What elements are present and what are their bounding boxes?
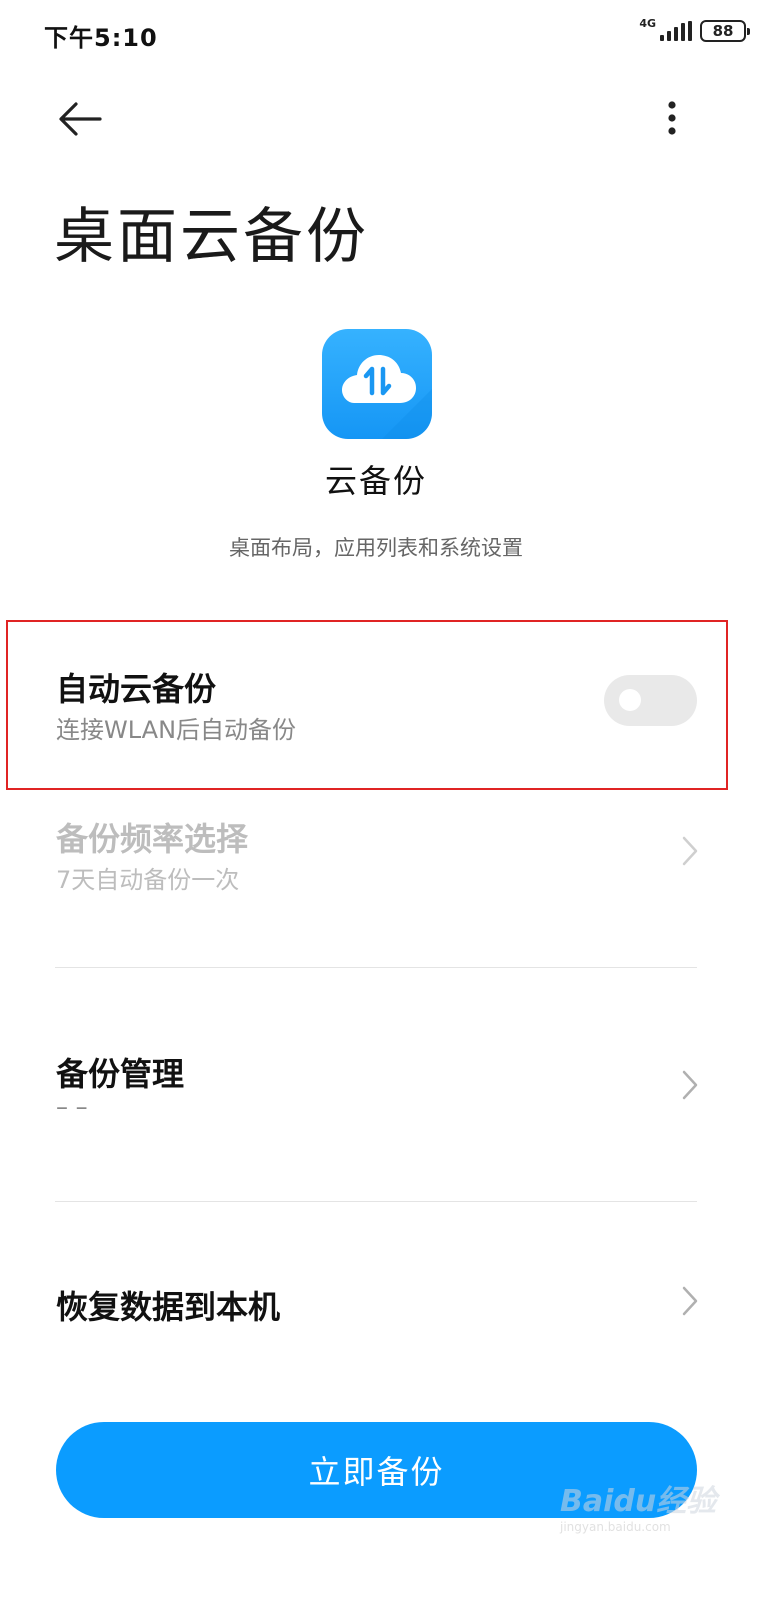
- backup-frequency-row[interactable]: 备份频率选择 7天自动备份一次: [56, 810, 697, 900]
- app-name: 云备份: [324, 462, 427, 500]
- signal-strength-icon: [660, 21, 692, 41]
- chevron-right-icon: [682, 1286, 698, 1316]
- auto-backup-title: 自动云备份: [56, 670, 217, 708]
- restore-data-title: 恢复数据到本机: [56, 1288, 281, 1326]
- divider: [55, 967, 697, 968]
- auto-backup-row[interactable]: 自动云备份 连接WLAN后自动备份: [56, 660, 697, 750]
- status-time: 下午5:10: [44, 24, 158, 52]
- cloud-sync-icon: [322, 329, 432, 439]
- status-indicators: 4G 88: [639, 17, 750, 42]
- more-options-button[interactable]: [652, 94, 692, 146]
- toggle-knob: [619, 689, 641, 711]
- backup-manage-row[interactable]: 备份管理 – –: [56, 1045, 697, 1135]
- auto-backup-toggle[interactable]: [604, 675, 697, 726]
- auto-backup-subtitle: 连接WLAN后自动备份: [56, 716, 297, 744]
- backup-now-label: 立即备份: [308, 1454, 445, 1490]
- back-button[interactable]: [52, 92, 108, 148]
- backup-frequency-title: 备份频率选择: [56, 820, 249, 858]
- restore-data-row[interactable]: 恢复数据到本机: [56, 1278, 697, 1328]
- app-description: 桌面布局，应用列表和系统设置: [229, 536, 523, 560]
- battery-level: 88: [712, 21, 734, 40]
- backup-frequency-subtitle: 7天自动备份一次: [56, 866, 240, 894]
- arrow-left-icon: [59, 102, 102, 136]
- network-type-label: 4G: [639, 17, 656, 30]
- watermark-brand: Baidu经验: [560, 1484, 717, 1519]
- baidu-watermark: Baidu经验 jingyan.baidu.com: [560, 1476, 730, 1566]
- backup-manage-subtitle: – –: [56, 1093, 88, 1121]
- chevron-right-icon: [682, 836, 698, 866]
- backup-manage-title: 备份管理: [56, 1055, 185, 1093]
- chevron-right-icon: [682, 1070, 698, 1100]
- battery-icon: 88: [700, 20, 750, 42]
- divider: [55, 1201, 697, 1202]
- page-title: 桌面云备份: [54, 202, 369, 272]
- watermark-url: jingyan.baidu.com: [560, 1520, 671, 1534]
- more-vertical-icon: [668, 101, 676, 135]
